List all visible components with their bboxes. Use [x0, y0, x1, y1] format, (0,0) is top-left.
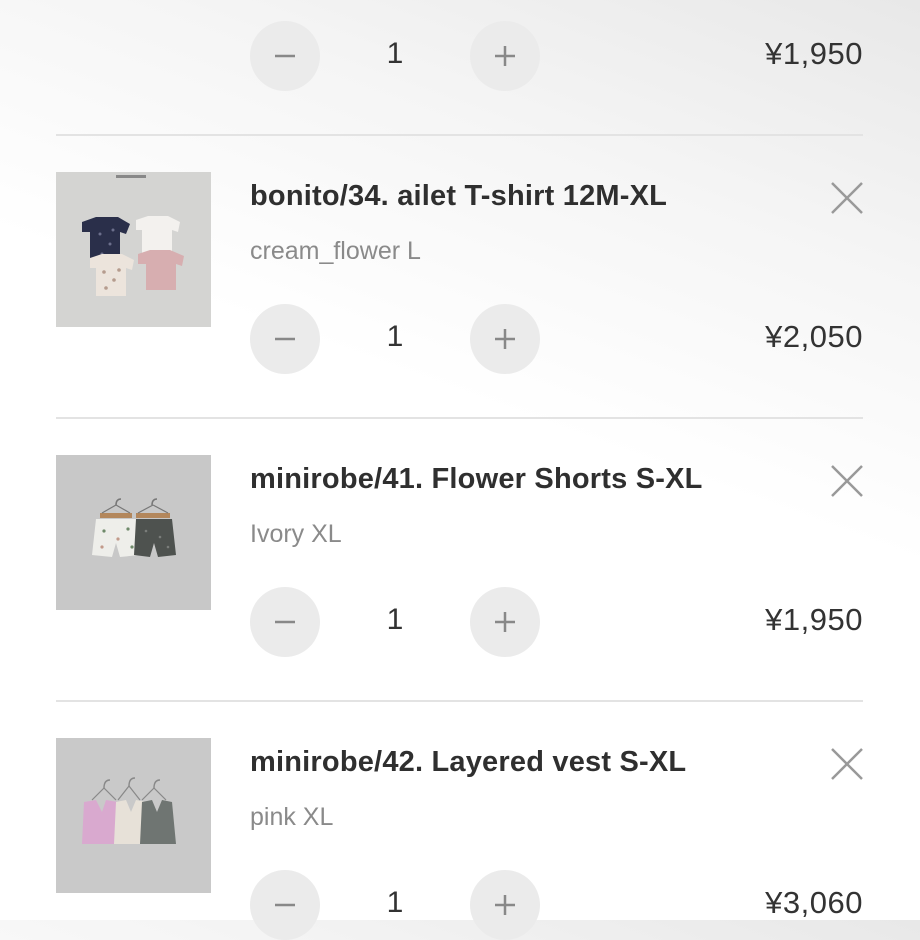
- product-title[interactable]: minirobe/41. Flower Shorts S-XL: [250, 463, 703, 496]
- item-price: ¥1,950: [765, 36, 863, 71]
- quantity-value: 1: [386, 37, 404, 70]
- quantity-value: 1: [386, 603, 404, 636]
- quantity-value: 1: [386, 886, 404, 919]
- product-title[interactable]: bonito/34. ailet T-shirt 12M-XL: [250, 180, 667, 213]
- minus-icon: [275, 337, 295, 341]
- close-icon: [831, 465, 863, 497]
- divider: [56, 134, 863, 136]
- tshirts-photo-icon: [56, 172, 211, 327]
- increase-quantity-button[interactable]: [470, 304, 540, 374]
- divider: [56, 700, 863, 702]
- plus-icon: [495, 612, 515, 632]
- product-title[interactable]: minirobe/42. Layered vest S-XL: [250, 746, 686, 779]
- remove-item-button[interactable]: [828, 745, 866, 783]
- plus-icon: [495, 895, 515, 915]
- decrease-quantity-button[interactable]: [250, 21, 320, 91]
- divider: [56, 417, 863, 419]
- item-price: ¥1,950: [765, 602, 863, 637]
- product-thumbnail[interactable]: [56, 172, 211, 327]
- increase-quantity-button[interactable]: [470, 587, 540, 657]
- item-price: ¥3,060: [765, 885, 863, 920]
- product-variant: Ivory XL: [250, 520, 342, 548]
- increase-quantity-button[interactable]: [470, 21, 540, 91]
- decrease-quantity-button[interactable]: [250, 587, 320, 657]
- shorts-photo-icon: [56, 455, 211, 610]
- decrease-quantity-button[interactable]: [250, 304, 320, 374]
- decrease-quantity-button[interactable]: [250, 870, 320, 940]
- product-variant: cream_flower L: [250, 237, 421, 265]
- minus-icon: [275, 54, 295, 58]
- minus-icon: [275, 903, 295, 907]
- remove-item-button[interactable]: [828, 179, 866, 217]
- product-thumbnail[interactable]: [56, 455, 211, 610]
- close-icon: [831, 748, 863, 780]
- plus-icon: [495, 329, 515, 349]
- product-thumbnail[interactable]: [56, 738, 211, 893]
- plus-icon: [495, 46, 515, 66]
- quantity-value: 1: [386, 320, 404, 353]
- vests-photo-icon: [56, 738, 211, 893]
- item-price: ¥2,050: [765, 319, 863, 354]
- product-variant: pink XL: [250, 803, 334, 831]
- close-icon: [831, 182, 863, 214]
- increase-quantity-button[interactable]: [470, 870, 540, 940]
- remove-item-button[interactable]: [828, 462, 866, 500]
- minus-icon: [275, 620, 295, 624]
